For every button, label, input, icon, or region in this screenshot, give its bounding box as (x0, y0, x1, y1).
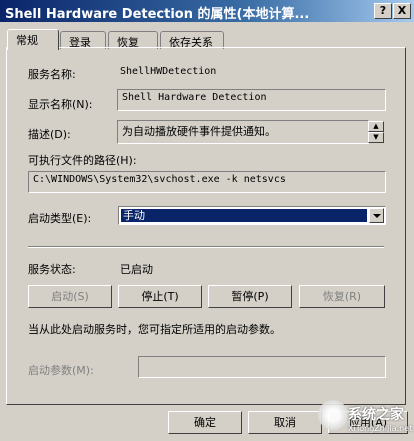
startup-type-label: 启动类型(E): (28, 212, 92, 225)
window-title: Shell Hardware Detection 的属性(本地计算... (5, 7, 310, 22)
pause-button[interactable]: 暂停(P) (208, 285, 292, 308)
watermark: 系统之家 XiTongZhiJia.net (318, 400, 412, 438)
watermark-url: XiTongZhiJia.net (348, 424, 413, 433)
display-name-field[interactable]: Shell Hardware Detection (117, 89, 386, 111)
service-status-value: 已启动 (120, 263, 153, 276)
service-name-value: ShellHWDetection (120, 66, 217, 77)
title-bar: Shell Hardware Detection 的属性(本地计算... ? X (0, 0, 414, 22)
start-params-label: 启动参数(M): (28, 364, 94, 377)
service-status-label: 服务状态: (28, 263, 76, 276)
exec-path-field[interactable]: C:\WINDOWS\System32\svchost.exe -k netsv… (28, 171, 386, 193)
scroll-down-icon[interactable]: ▼ (368, 132, 384, 143)
scroll-up-icon[interactable]: ▲ (368, 121, 384, 132)
description-field[interactable]: 为自动播放硬件事件提供通知。 (117, 120, 369, 144)
startup-type-value: 手动 (121, 209, 367, 222)
chevron-down-icon[interactable] (369, 208, 384, 223)
resume-button[interactable]: 恢复(R) (299, 285, 385, 308)
exec-path-label: 可执行文件的路径(H): (28, 154, 137, 167)
separator (28, 246, 384, 248)
watermark-logo-icon (318, 400, 348, 430)
startup-type-select[interactable]: 手动 (118, 206, 386, 225)
description-scrollbar[interactable]: ▲ ▼ (368, 121, 384, 143)
hint-text: 当从此处启动服务时，您可指定所适用的启动参数。 (28, 323, 281, 336)
tab-general[interactable]: 常规 (7, 29, 59, 50)
start-button[interactable]: 启动(S) (28, 285, 112, 308)
stop-button[interactable]: 停止(T) (118, 285, 202, 308)
close-button[interactable]: X (393, 3, 411, 19)
start-params-field[interactable] (138, 356, 386, 378)
watermark-brand: 系统之家 (348, 407, 404, 423)
help-button[interactable]: ? (374, 3, 392, 19)
description-label: 描述(D): (28, 128, 71, 141)
display-name-label: 显示名称(N): (28, 98, 93, 111)
service-name-label: 服务名称: (28, 68, 76, 81)
cancel-button[interactable]: 取消 (248, 411, 322, 434)
ok-button[interactable]: 确定 (168, 411, 242, 434)
